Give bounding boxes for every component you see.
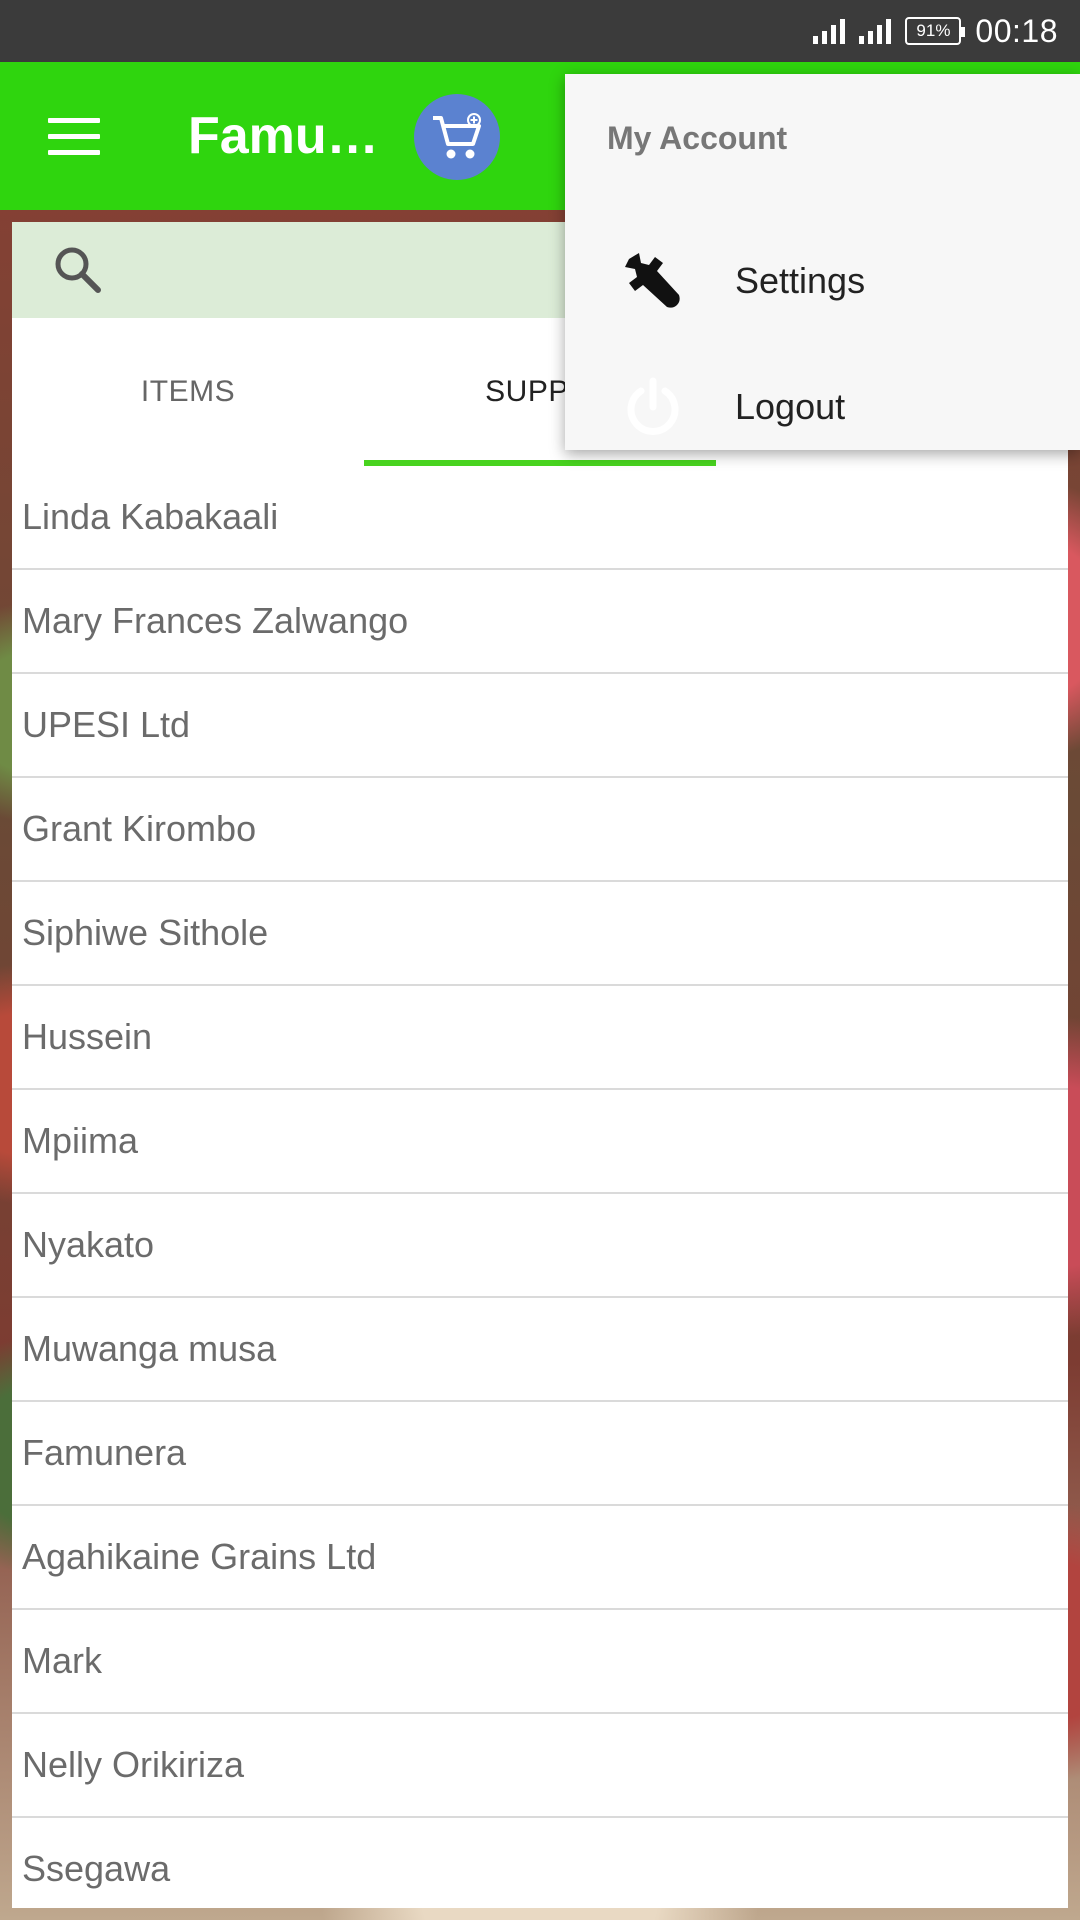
- search-icon: [55, 247, 101, 293]
- list-item[interactable]: Ssegawa: [12, 1818, 1068, 1908]
- signal-icon-2: [859, 18, 892, 44]
- menu-title: My Account: [607, 120, 788, 156]
- list-item[interactable]: Grant Kirombo: [12, 778, 1068, 882]
- list-item[interactable]: Linda Kabakaali: [12, 466, 1068, 570]
- list-item[interactable]: Muwanga musa: [12, 1298, 1068, 1402]
- list-item[interactable]: Mark: [12, 1610, 1068, 1714]
- suppliers-card: ITEMS SUPPLI Linda Kabakaali Mary France…: [12, 318, 1068, 1908]
- list-item[interactable]: Hussein: [12, 986, 1068, 1090]
- wrench-icon: [613, 249, 693, 313]
- list-item[interactable]: UPESI Ltd: [12, 674, 1068, 778]
- list-item[interactable]: Agahikaine Grains Ltd: [12, 1506, 1068, 1610]
- supplier-list: Linda Kabakaali Mary Frances Zalwango UP…: [12, 466, 1068, 1908]
- hamburger-menu-icon[interactable]: [48, 118, 100, 155]
- list-item[interactable]: Siphiwe Sithole: [12, 882, 1068, 986]
- list-item[interactable]: Mpiima: [12, 1090, 1068, 1194]
- status-bar: 91% 00:18: [0, 0, 1080, 62]
- battery-level: 91%: [916, 21, 951, 40]
- menu-item-settings[interactable]: Settings: [565, 226, 1080, 336]
- cart-button[interactable]: [414, 94, 500, 180]
- menu-item-label: Settings: [735, 260, 866, 301]
- menu-item-label: Logout: [735, 386, 846, 427]
- account-dropdown-menu: My Account Settings Logout: [565, 74, 1080, 450]
- signal-icon: [813, 18, 846, 44]
- list-item[interactable]: Nelly Orikiriza: [12, 1714, 1068, 1818]
- power-icon: [613, 375, 693, 439]
- menu-item-logout[interactable]: Logout: [565, 352, 1080, 462]
- app-title: Famu…: [188, 107, 379, 165]
- clock: 00:18: [975, 12, 1058, 49]
- list-item[interactable]: Famunera: [12, 1402, 1068, 1506]
- list-item[interactable]: Mary Frances Zalwango: [12, 570, 1068, 674]
- cart-icon: [433, 113, 481, 159]
- battery-icon: 91%: [905, 17, 966, 45]
- list-item[interactable]: Nyakato: [12, 1194, 1068, 1298]
- tab-items[interactable]: ITEMS: [12, 318, 364, 466]
